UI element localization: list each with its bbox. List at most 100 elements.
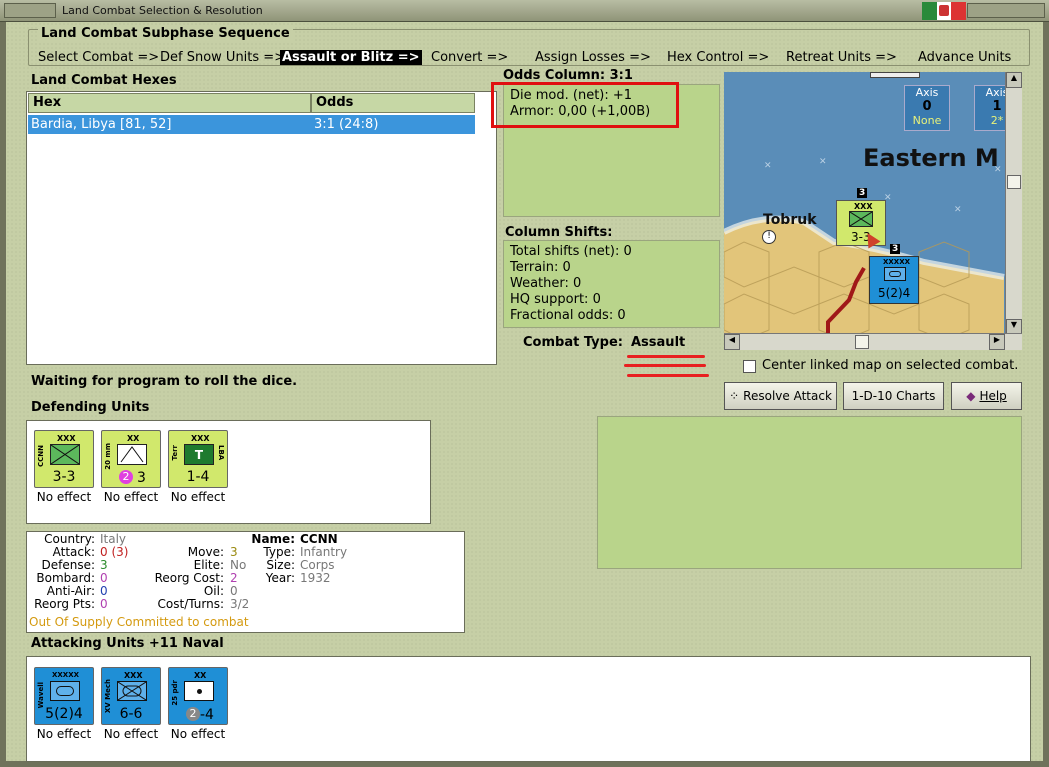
help-button[interactable]: ◆ Help [951,382,1022,410]
window-controls[interactable] [967,3,1045,18]
scroll-right-icon[interactable]: ▶ [989,334,1005,350]
scroll-up-icon[interactable]: ▲ [1006,72,1022,88]
combat-flag: Committed to combat [116,615,249,629]
detail-label: Year: [265,571,295,585]
unit-badge: 2 [186,707,200,721]
odds-column-header[interactable]: Odds [311,93,475,113]
unit-size: XXXXX [883,258,910,266]
unit-effect: No effect [170,490,226,504]
detail-value: 1932 [300,571,331,585]
attacking-unit-xv-mech[interactable]: XXX XV Mech 6-6 [101,667,161,725]
italy-flag-icon [922,2,967,20]
resolve-attack-button[interactable]: ⁘ Resolve Attack [724,382,837,410]
defending-units-panel: XXX CCNN 3-3 No effect XX 20 mm 2 3 No e… [26,420,431,524]
charts-label: 1-D-10 Charts [851,389,936,403]
hex-column-header[interactable]: Hex [28,93,311,113]
map-marker [870,72,920,78]
unit-value: 5(2)4 [878,286,911,300]
details-flags: Out Of Supply Committed to combat [29,615,249,629]
weather-shift-text: Weather: 0 [510,276,582,291]
stack-count: 3 [890,244,901,254]
hex-cell: Bardia, Libya [81, 52] [31,117,172,132]
armor-symbol-icon [884,267,906,281]
hq-support-text: HQ support: 0 [510,292,601,307]
status-message: Waiting for program to roll the dice. [31,374,298,389]
map-vertical-scrollbar[interactable]: ▲ ▼ [1005,72,1022,336]
detail-label: Cost/Turns: [157,597,224,611]
details-left-values: Italy 0 (3) 3 0 0 0 [100,533,128,611]
odds-cell: 3:1 (24:8) [314,117,379,132]
vertical-scroll-thumb[interactable] [1007,175,1021,189]
fractional-odds-text: Fractional odds: 0 [510,308,626,323]
axis-box-0: Axis 0 None [904,85,950,131]
artillery-symbol-icon [184,681,214,701]
map-unit-wavell[interactable]: XXXXX 5(2)4 [869,256,919,304]
city-marker-icon: ! [762,230,776,244]
underline-mark [627,374,709,377]
supply-flag: Out Of Supply [29,615,113,629]
unit-nationality: CCNN [37,445,45,467]
seq-step-select-combat: Select Combat => [38,50,160,65]
unit-value: 3-3 [52,469,76,485]
axis-box-value: 0 [922,99,932,114]
highlight-box [491,82,679,128]
unit-size: XXX [57,434,76,443]
center-linked-checkbox[interactable] [743,360,756,373]
scroll-left-icon[interactable]: ◀ [724,334,740,350]
details-right-values: CCNN Infantry Corps 1932 [300,533,347,585]
seq-step-hex-control: Hex Control => [667,50,770,65]
map-horizontal-scrollbar[interactable]: ◀ ▶ [724,333,1022,350]
svg-text:✕: ✕ [819,157,827,167]
details-left-labels: Country: Attack: Defense: Bombard: Anti-… [27,533,95,611]
defending-unit-ccnn[interactable]: XXX CCNN 3-3 [34,430,94,488]
system-menu-button[interactable] [4,3,56,18]
charts-button[interactable]: 1-D-10 Charts [843,382,944,410]
odds-column-title: Odds Column: 3:1 [503,68,633,83]
sequence-title: Land Combat Subphase Sequence [38,26,293,41]
dice-icon: ⁘ [729,389,740,403]
combat-type-value: Assault [631,335,686,350]
svg-text:✕: ✕ [764,161,772,171]
center-linked-label: Center linked map on selected combat. [762,358,1019,373]
defending-unit-lba[interactable]: XXX Terr LBA T 1-4 [168,430,228,488]
territorial-symbol-icon: T [184,444,214,465]
linked-map[interactable]: ✕ ✕ ✕ ✕ ✕ ✕ Axis 0 None Axis 1 2* Eastern M T… [724,72,1022,350]
antiair-symbol-icon [117,444,147,465]
unit-value: -4 [200,707,214,723]
attacking-unit-25pdr[interactable]: XX 25 pdr 2 -4 [168,667,228,725]
detail-value: 0 [100,545,108,559]
defending-unit-20mm[interactable]: XX 20 mm 2 3 [101,430,161,488]
unit-value: 1-4 [186,469,210,485]
unit-nationality: Wavell [37,682,45,709]
detail-label: Reorg Pts: [34,597,95,611]
unit-details-panel: Country: Attack: Defense: Bombard: Anti-… [26,531,465,633]
horizontal-scroll-thumb[interactable] [855,335,869,349]
seq-step-def-snow-units: Def Snow Units => [160,50,286,65]
details-mid-labels: Move: Elite: Reorg Cost: Oil: Cost/Turns… [132,546,224,611]
seq-step-convert: Convert => [431,50,509,65]
book-icon: ◆ [966,389,976,403]
detail-extra: (3) [111,545,129,559]
underline-mark [627,355,705,358]
unit-size: XXX [854,202,873,211]
total-shifts-text: Total shifts (net): 0 [510,244,632,259]
help-label: Help [979,389,1007,403]
unit-nationality: 25 pdr [171,680,179,706]
unit-value: 5(2)4 [45,706,83,722]
column-shifts-title: Column Shifts: [505,225,613,240]
hexes-list[interactable]: Hex Odds Bardia, Libya [81, 52] 3:1 (24:… [26,91,497,365]
unit-badge: 2 [119,470,133,484]
seq-step-assault-or-blitz: Assault or Blitz => [280,50,422,65]
city-label: Tobruk [763,212,817,228]
unit-size: XX [194,671,207,680]
attacking-unit-wavell[interactable]: XXXXX Wavell 5(2)4 [34,667,94,725]
unit-size: XX [127,434,140,443]
unit-effect: No effect [170,727,226,741]
column-shifts-panel: Total shifts (net): 0 Terrain: 0 Weather… [503,240,720,328]
unit-value: 6-6 [119,706,143,722]
unit-value: 3 [137,470,146,486]
window-title: Land Combat Selection & Resolution [62,4,263,17]
stack-count: 3 [857,188,868,198]
unit-nationality: Terr [171,445,179,461]
table-row[interactable]: Bardia, Libya [81, 52] 3:1 (24:8) [28,115,475,134]
